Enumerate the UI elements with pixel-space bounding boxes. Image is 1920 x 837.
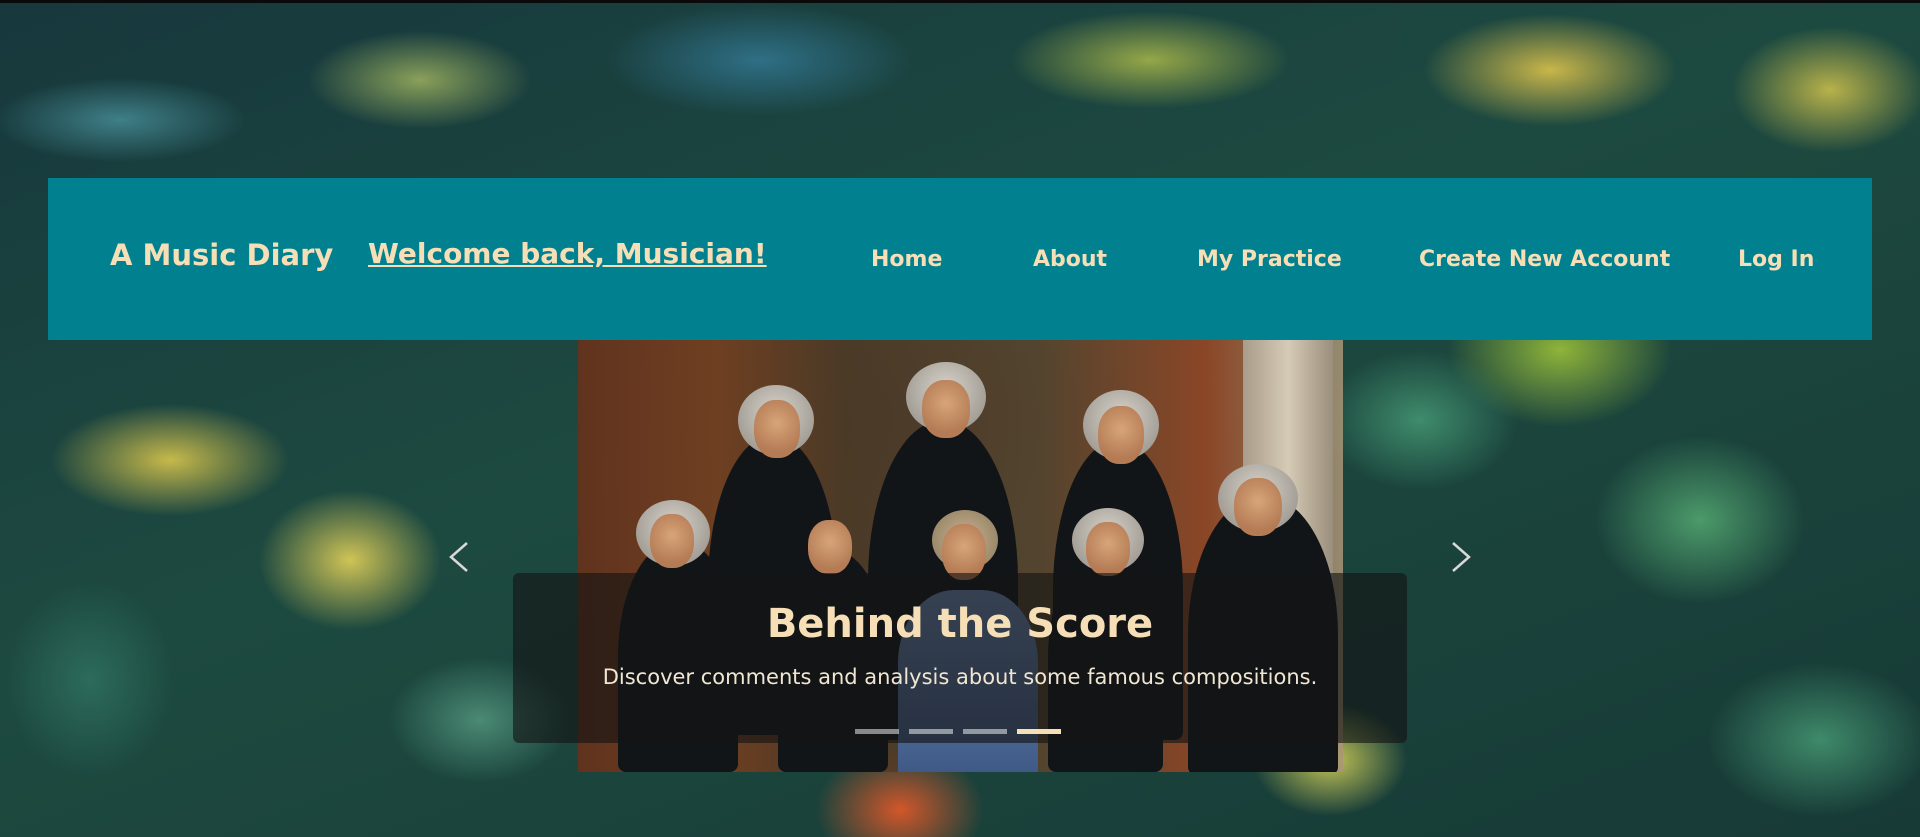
- nav-my-practice[interactable]: My Practice: [1197, 247, 1342, 272]
- carousel-next-button[interactable]: [1439, 527, 1479, 587]
- face: [1234, 478, 1282, 536]
- chevron-left-icon: [449, 542, 468, 572]
- nav-log-in[interactable]: Log In: [1738, 247, 1814, 272]
- carousel-caption: Behind the Score Discover comments and a…: [513, 573, 1407, 743]
- indicator-3[interactable]: [963, 729, 1007, 734]
- face: [754, 400, 800, 458]
- face: [808, 520, 852, 574]
- nav-create-account[interactable]: Create New Account: [1419, 247, 1670, 272]
- welcome-link[interactable]: Welcome back, Musician!: [368, 237, 767, 270]
- brand-logo[interactable]: A Music Diary: [110, 238, 333, 272]
- navbar: A Music Diary Welcome back, Musician! Ho…: [48, 178, 1872, 340]
- top-strip: [0, 0, 1920, 3]
- face: [1098, 406, 1144, 464]
- indicator-4[interactable]: [1017, 729, 1061, 734]
- page: A Music Diary Welcome back, Musician! Ho…: [0, 0, 1920, 837]
- face: [1086, 522, 1130, 576]
- nav-about[interactable]: About: [1033, 247, 1107, 272]
- face: [922, 380, 970, 438]
- carousel-prev-button[interactable]: [441, 527, 481, 587]
- chevron-right-icon: [1452, 542, 1471, 572]
- indicator-1[interactable]: [855, 729, 899, 734]
- indicator-2[interactable]: [909, 729, 953, 734]
- caption-title: Behind the Score: [766, 601, 1154, 647]
- caption-subtitle: Discover comments and analysis about som…: [602, 665, 1318, 689]
- nav-home[interactable]: Home: [871, 247, 942, 272]
- face: [942, 524, 986, 580]
- face: [650, 514, 694, 568]
